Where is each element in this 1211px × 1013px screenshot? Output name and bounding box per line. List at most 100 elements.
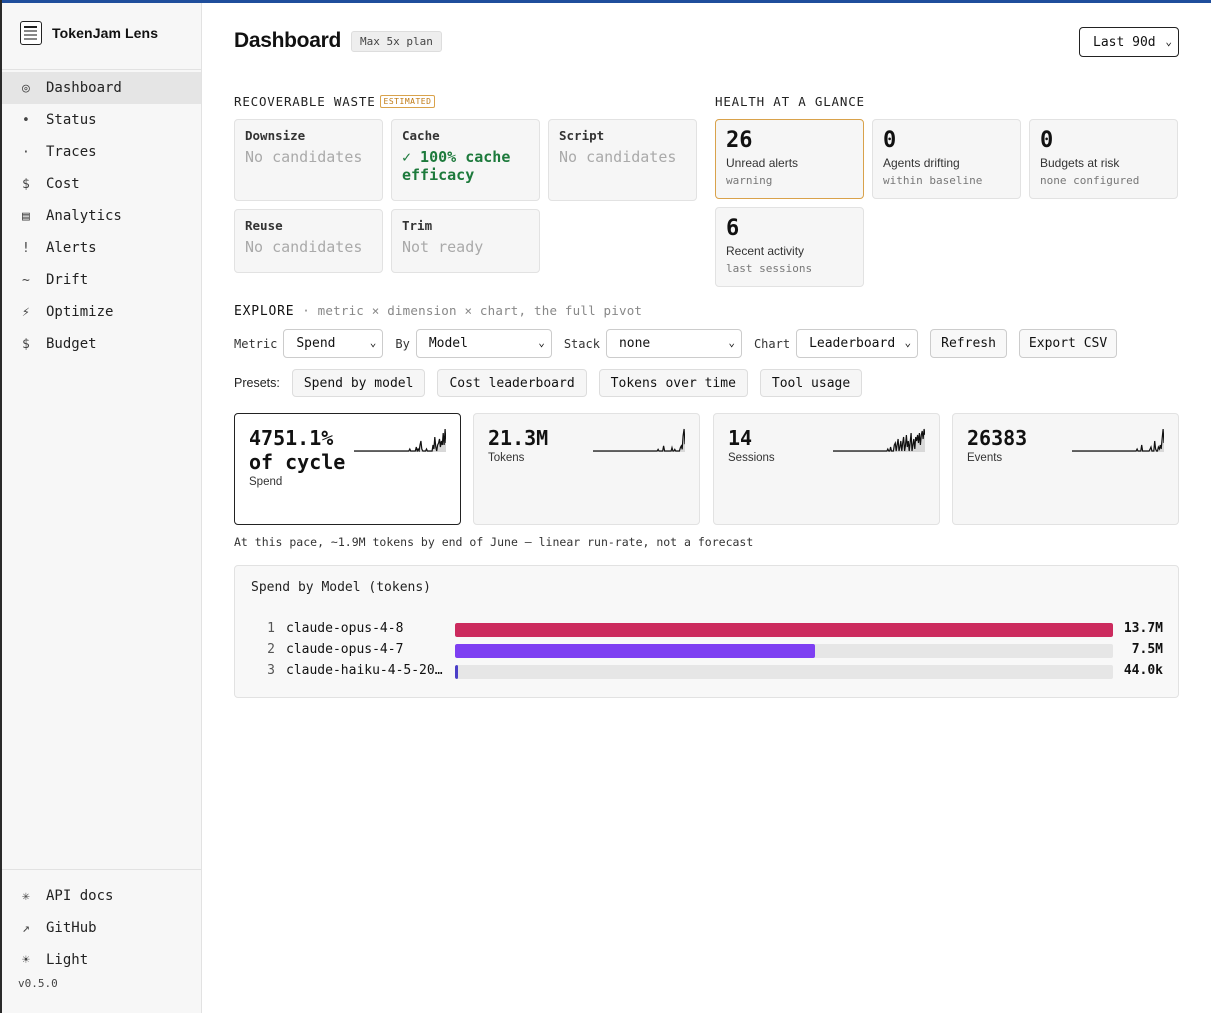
- health-card-agents-drifting[interactable]: 0 Agents drifting within baseline: [872, 119, 1021, 199]
- preset-cost-leaderboard[interactable]: Cost leaderboard: [437, 369, 587, 397]
- waste-card-script[interactable]: Script No candidates: [548, 119, 697, 201]
- chevron-down-icon: ⌄: [369, 336, 377, 349]
- waste-card-title: Trim: [402, 218, 433, 233]
- metric-cards: 4751.1% of cycle Spend 21.3M Tokens 14 S…: [234, 413, 1179, 525]
- sparkline: [354, 428, 446, 452]
- time-range-select[interactable]: Last 90d ⌄: [1079, 27, 1179, 57]
- time-range-value: Last 90d: [1093, 34, 1156, 50]
- sidebar-item-cost[interactable]: $ Cost: [2, 168, 201, 200]
- preset-tool-usage[interactable]: Tool usage: [759, 369, 863, 397]
- waste-card-value: No candidates: [559, 148, 677, 166]
- chevron-down-icon: ⌄: [538, 336, 545, 349]
- leaderboard-row[interactable]: 2 claude-opus-4-7 7.5M: [251, 642, 1163, 658]
- metric-card-sessions[interactable]: 14 Sessions: [713, 413, 940, 525]
- dimension-select[interactable]: Model ⌄: [415, 329, 552, 358]
- sparkline-line: [354, 428, 446, 452]
- sidebar-item-github[interactable]: ↗ GitHub: [2, 912, 201, 944]
- health-card-value: 0: [1040, 128, 1054, 153]
- row-rank: 2: [267, 642, 275, 657]
- row-rank: 3: [267, 663, 275, 678]
- waste-card-cache[interactable]: Cache ✓ 100% cache efficacy: [391, 119, 540, 201]
- row-value: 7.5M: [1131, 642, 1163, 657]
- run-rate-note: At this pace, ~1.9M tokens by end of Jun…: [234, 535, 754, 549]
- target-icon: ◎: [22, 80, 30, 96]
- metric-card-tokens[interactable]: 21.3M Tokens: [473, 413, 700, 525]
- stack-value: none: [618, 336, 651, 351]
- metric-card-label: Spend: [249, 476, 283, 488]
- row-value: 44.0k: [1123, 663, 1163, 678]
- sidebar-item-analytics[interactable]: ▤ Analytics: [2, 200, 201, 232]
- row-model: claude-opus-4-8: [286, 621, 404, 636]
- metric-card-events[interactable]: 26383 Events: [952, 413, 1179, 525]
- lightning-icon: ⚡: [22, 304, 30, 320]
- chart-type-select[interactable]: Leaderboard ⌄: [796, 329, 919, 358]
- brand[interactable]: TokenJam Lens: [20, 21, 158, 45]
- metric-card-label: Tokens: [488, 452, 525, 464]
- stack-select[interactable]: none ⌄: [605, 329, 742, 358]
- metric-select[interactable]: Spend ⌄: [283, 329, 384, 358]
- section-label: RECOVERABLE WASTE ESTIMATED: [234, 94, 436, 109]
- health-card-budgets-at-risk[interactable]: 0 Budgets at risk none configured: [1029, 119, 1178, 199]
- leaderboard-row[interactable]: 3 claude-haiku-4-5-20… 44.0k: [251, 663, 1163, 679]
- sidebar-item-api-docs[interactable]: ✳ API docs: [2, 880, 201, 912]
- section-title: EXPLORE: [234, 304, 295, 319]
- preset-spend-by-model[interactable]: Spend by model: [291, 369, 426, 397]
- row-value: 13.7M: [1123, 621, 1163, 636]
- sidebar-item-status[interactable]: • Status: [2, 104, 201, 136]
- chart-icon: ▤: [22, 208, 30, 224]
- metric-card-label: Events: [967, 452, 1003, 464]
- export-csv-button[interactable]: Export CSV: [1019, 329, 1118, 358]
- metric-label: Metric: [234, 336, 278, 351]
- row-model: claude-haiku-4-5-20…: [286, 663, 443, 678]
- leaderboard-panel: Spend by Model (tokens) 1 claude-opus-4-…: [234, 565, 1179, 698]
- sidebar-item-budget[interactable]: $ Budget: [2, 328, 201, 360]
- health-card-label: Budgets at risk: [1040, 156, 1120, 170]
- asterisk-icon: ✳: [22, 888, 30, 904]
- theme-toggle[interactable]: ☀ Light: [2, 944, 201, 976]
- health-card-sub: warning: [726, 174, 773, 187]
- refresh-button[interactable]: Refresh: [930, 329, 1008, 358]
- bar-track: [455, 644, 1113, 658]
- sidebar-item-drift[interactable]: ~ Drift: [2, 264, 201, 296]
- sparkline: [1072, 428, 1164, 452]
- health-card-recent-activity[interactable]: 6 Recent activity last sessions: [715, 207, 864, 287]
- health-card-sub: last sessions: [726, 262, 813, 275]
- bar-track: [455, 665, 1113, 679]
- health-card-unread-alerts[interactable]: 26 Unread alerts warning: [715, 119, 864, 199]
- waste-card-title: Script: [559, 128, 605, 143]
- bar-track: [455, 623, 1113, 637]
- waste-card-reuse[interactable]: Reuse No candidates: [234, 209, 383, 273]
- sidebar-item-label: GitHub: [46, 920, 97, 936]
- logo-icon: [20, 21, 42, 45]
- sidebar-item-label: Budget: [46, 336, 97, 352]
- metric-value: Spend: [296, 336, 336, 351]
- stack-label: Stack: [563, 336, 600, 351]
- sparkline-line: [593, 428, 685, 452]
- sidebar-item-dashboard[interactable]: ◎ Dashboard: [2, 72, 201, 104]
- leaderboard-row[interactable]: 1 claude-opus-4-8 13.7M: [251, 621, 1163, 637]
- metric-card-spend[interactable]: 4751.1% of cycle Spend: [234, 413, 461, 525]
- sparkline: [593, 428, 685, 452]
- sidebar-item-label: Status: [46, 112, 97, 128]
- exclamation-icon: !: [22, 240, 30, 256]
- section-title: HEALTH AT A GLANCE: [715, 94, 865, 109]
- sidebar-item-traces[interactable]: · Traces: [2, 136, 201, 168]
- sidebar-item-label: Alerts: [46, 240, 97, 256]
- sidebar-item-label: Drift: [46, 272, 89, 288]
- sidebar-item-alerts[interactable]: ! Alerts: [2, 232, 201, 264]
- waste-card-title: Downsize: [245, 128, 306, 143]
- dollar-icon: $: [22, 336, 30, 352]
- bar-fill: [455, 644, 816, 658]
- waste-card-title: Reuse: [245, 218, 283, 233]
- metric-card-value: 21.3M: [488, 426, 549, 450]
- metric-card-value: 26383: [967, 426, 1028, 450]
- chevron-down-icon: ⌄: [1165, 35, 1172, 48]
- sparkline: [833, 428, 925, 452]
- preset-tokens-over-time[interactable]: Tokens over time: [598, 369, 748, 397]
- explore-heading: EXPLORE · metric × dimension × chart, th…: [234, 303, 642, 319]
- waste-card-trim[interactable]: Trim Not ready: [391, 209, 540, 273]
- chevron-down-icon: ⌄: [728, 336, 735, 349]
- sidebar-item-optimize[interactable]: ⚡ Optimize: [2, 296, 201, 328]
- waste-card-downsize[interactable]: Downsize No candidates: [234, 119, 383, 201]
- dollar-icon: $: [22, 176, 30, 192]
